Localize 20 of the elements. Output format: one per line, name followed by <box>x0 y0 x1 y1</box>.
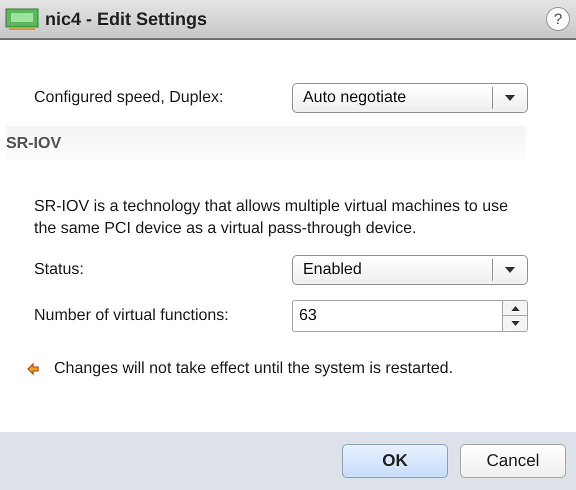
caret-icon <box>505 267 515 273</box>
ok-button[interactable]: OK <box>342 444 448 478</box>
field-label: Number of virtual functions: <box>34 307 230 325</box>
caret-icon <box>505 95 515 101</box>
warning-arrow-icon <box>26 362 40 376</box>
window-title: nic4 - Edit Settings <box>45 8 208 30</box>
increment-button[interactable] <box>502 300 528 316</box>
network-card-icon <box>5 8 39 30</box>
restart-note: Changes will not take effect until the system is restarted. <box>54 360 454 378</box>
cancel-button[interactable]: Cancel <box>460 444 566 478</box>
field-label: Status: <box>34 261 85 279</box>
status-select[interactable]: Enabled <box>292 255 528 285</box>
decrement-button[interactable] <box>502 316 528 332</box>
description-text: SR-IOV is a technology that allows multiple virtual machines to use the same PCI device as a virtual pass-through device. <box>34 197 509 239</box>
number-field[interactable]: 63 <box>292 300 502 332</box>
up-caret-icon <box>510 306 520 310</box>
field-label: Configured speed, Duplex: <box>34 89 224 107</box>
help-button[interactable]: ? <box>546 7 570 31</box>
caret-icon <box>510 321 520 326</box>
speed-select[interactable]: Auto negotiate <box>292 83 528 113</box>
